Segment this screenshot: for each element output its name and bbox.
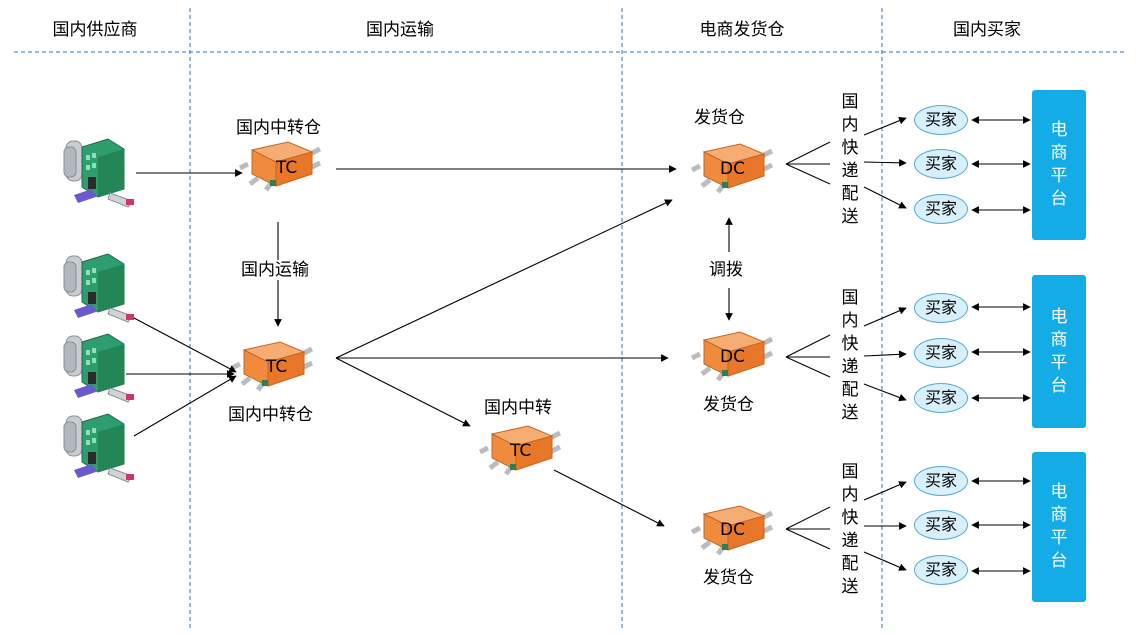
express-fan-line (785, 334, 831, 358)
flow-arrow (863, 481, 907, 501)
dc2-label: 发货仓 (703, 395, 754, 415)
supplier-factory-icon (63, 333, 135, 403)
tc3-label: 国内中转 (484, 398, 552, 418)
buyer-node: 买家 (914, 555, 968, 585)
buyer-node: 买家 (914, 338, 968, 368)
flow-arrow (863, 307, 907, 327)
dc1-label: 发货仓 (694, 108, 745, 128)
supplier-factory-icon (63, 138, 135, 208)
dc1-icon-text: DC (720, 159, 745, 179)
flow-arrow (863, 117, 907, 136)
buyer-node: 买家 (914, 194, 968, 224)
buyer-node: 买家 (914, 105, 968, 135)
supplier-factory-icon (63, 413, 135, 483)
buyer-node: 买家 (914, 466, 968, 496)
buyer-node: 买家 (914, 383, 968, 413)
tc1-icon-text: TC (276, 158, 298, 178)
buyer-node: 买家 (914, 293, 968, 323)
tc2-icon-text: TC (266, 357, 288, 377)
express-delivery-label-3: 国内快递配送 (841, 462, 859, 597)
header-ecommerce-warehouse: 电商发货仓 (699, 20, 785, 40)
flow-arrow (133, 317, 237, 373)
ecommerce-platform-3: 电商平台 (1032, 452, 1086, 602)
allocation-label: 调拨 (709, 260, 743, 280)
flow-arrow (863, 186, 907, 209)
header-domestic-supplier: 国内供应商 (52, 20, 138, 40)
express-fan-line (785, 528, 831, 550)
buyer-node: 买家 (914, 510, 968, 540)
buyer-node: 买家 (914, 149, 968, 179)
flow-arrow (863, 350, 907, 359)
dc3-icon-text: DC (720, 520, 745, 540)
express-delivery-label-2: 国内快递配送 (841, 288, 859, 423)
express-delivery-label-1: 国内快递配送 (841, 92, 859, 227)
flow-arrow (863, 383, 907, 402)
flow-arrow (335, 199, 673, 359)
flow-arrow (553, 469, 665, 527)
dc3-label: 发货仓 (703, 568, 754, 588)
header-domestic-transport: 国内运输 (366, 20, 434, 40)
flow-arrow (863, 551, 907, 571)
domestic-transport-label: 国内运输 (241, 260, 309, 280)
tc3-icon-text: TC (510, 441, 532, 461)
flow-arrow (335, 357, 471, 427)
express-fan-line (785, 356, 831, 378)
tc2-label: 国内中转仓 (228, 405, 313, 425)
supplier-factory-icon (63, 253, 135, 323)
flow-arrow (133, 375, 237, 437)
supply-chain-diagram: 国内供应商 国内运输 电商发货仓 国内买家 国内中转仓 国内中转仓 国内中转 T… (0, 0, 1138, 635)
header-domestic-buyer: 国内买家 (953, 20, 1021, 40)
ecommerce-platform-1: 电商平台 (1032, 90, 1086, 240)
dc2-icon-text: DC (720, 347, 745, 367)
ecommerce-platform-2: 电商平台 (1032, 275, 1086, 428)
diagram-canvas (14, 8, 1124, 630)
express-fan-line (785, 141, 831, 165)
flow-arrow (863, 158, 907, 167)
tc1-label: 国内中转仓 (236, 118, 321, 138)
express-fan-line (785, 506, 831, 530)
express-fan-line (785, 163, 831, 185)
